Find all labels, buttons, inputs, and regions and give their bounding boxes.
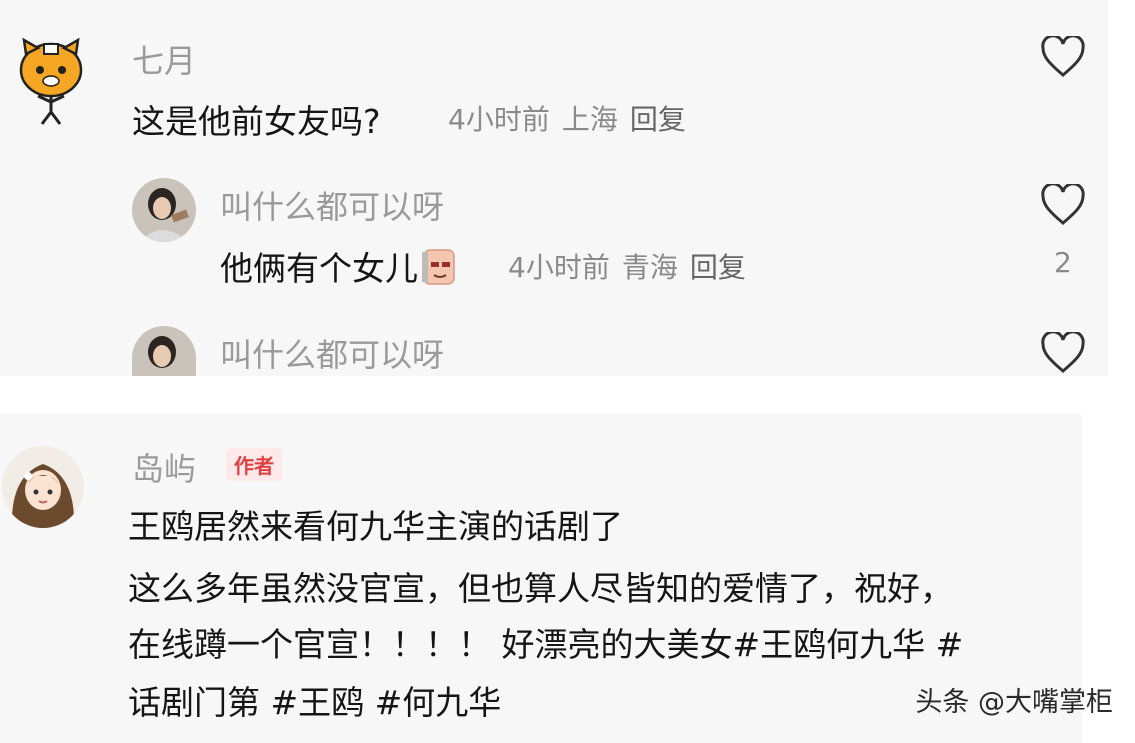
reply-username[interactable]: 叫什么都可以呀	[220, 182, 444, 228]
heart-outline-icon[interactable]	[1040, 182, 1086, 226]
reply-location: 青海	[621, 251, 678, 284]
reply-username[interactable]: 叫什么都可以呀	[220, 330, 444, 376]
watermark: 头条 @大嘴掌柜	[915, 687, 1113, 718]
post-text-line: 这么多年虽然没官宣，但也算人尽皆知的爱情了，祝好，	[128, 569, 953, 608]
comment-username[interactable]: 七月	[132, 36, 196, 82]
avatar-author[interactable]	[2, 446, 84, 528]
author-badge: 作者	[226, 448, 282, 481]
avatar-user-photo[interactable]	[132, 178, 196, 242]
reply-text: 他俩有个女儿	[220, 249, 418, 288]
comment-time: 4小时前	[448, 103, 550, 136]
avatar-tiger[interactable]	[14, 36, 88, 126]
post-text-line: 在线蹲一个官宣！！！！ 好漂亮的大美女#王鸥何九华 #	[128, 625, 964, 664]
reply-time: 4小时前	[508, 251, 610, 284]
post-text-line: 王鸥居然来看何九华主演的话剧了	[128, 507, 623, 546]
comment-meta: 4小时前 上海 回复	[448, 98, 698, 138]
post-text-line: 话剧门第 #王鸥 #何九华	[128, 683, 502, 722]
reply-text-row: 他俩有个女儿	[220, 242, 456, 290]
sticker-emoji-icon	[422, 248, 456, 286]
comment-location: 上海	[561, 103, 618, 136]
comment-text: 这是他前女友吗?	[132, 102, 381, 141]
reply-button[interactable]: 回复	[630, 103, 686, 136]
heart-outline-icon[interactable]	[1040, 34, 1086, 78]
like-count: 2	[1054, 246, 1072, 279]
reply-button[interactable]: 回复	[690, 251, 746, 284]
heart-outline-icon[interactable]	[1040, 330, 1086, 374]
reply-meta: 4小时前 青海 回复	[508, 246, 758, 286]
author-username[interactable]: 岛屿	[132, 444, 196, 490]
